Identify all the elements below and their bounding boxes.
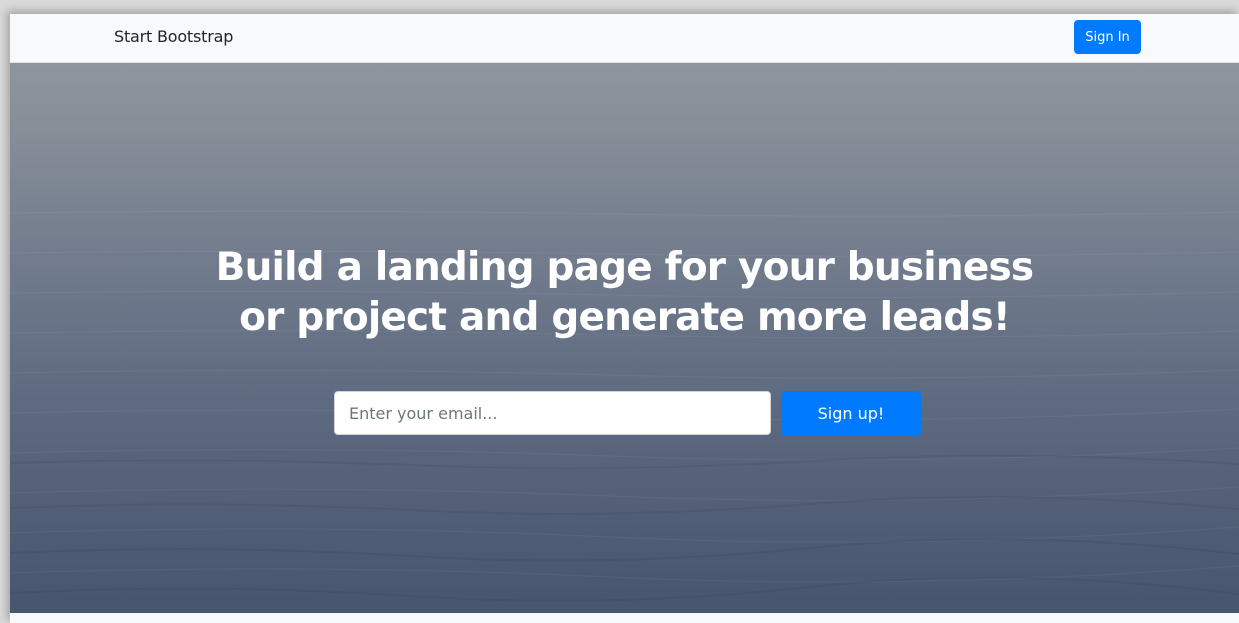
email-input[interactable] (334, 391, 771, 435)
hero-heading-line1: Build a landing page for your business (215, 245, 1034, 290)
browser-viewport: Start Bootstrap Sign In Build a landing … (10, 14, 1239, 623)
hero-heading: Build a landing page for your business o… (10, 243, 1239, 343)
sign-up-button[interactable]: Sign up! (781, 391, 921, 436)
brand-link[interactable]: Start Bootstrap (114, 27, 233, 46)
navbar: Start Bootstrap Sign In (10, 14, 1239, 63)
hero-section: Build a landing page for your business o… (10, 63, 1239, 613)
hero-heading-line2: or project and generate more leads! (239, 295, 1011, 340)
page-section-below (10, 613, 1239, 623)
sign-in-button[interactable]: Sign In (1074, 20, 1141, 54)
